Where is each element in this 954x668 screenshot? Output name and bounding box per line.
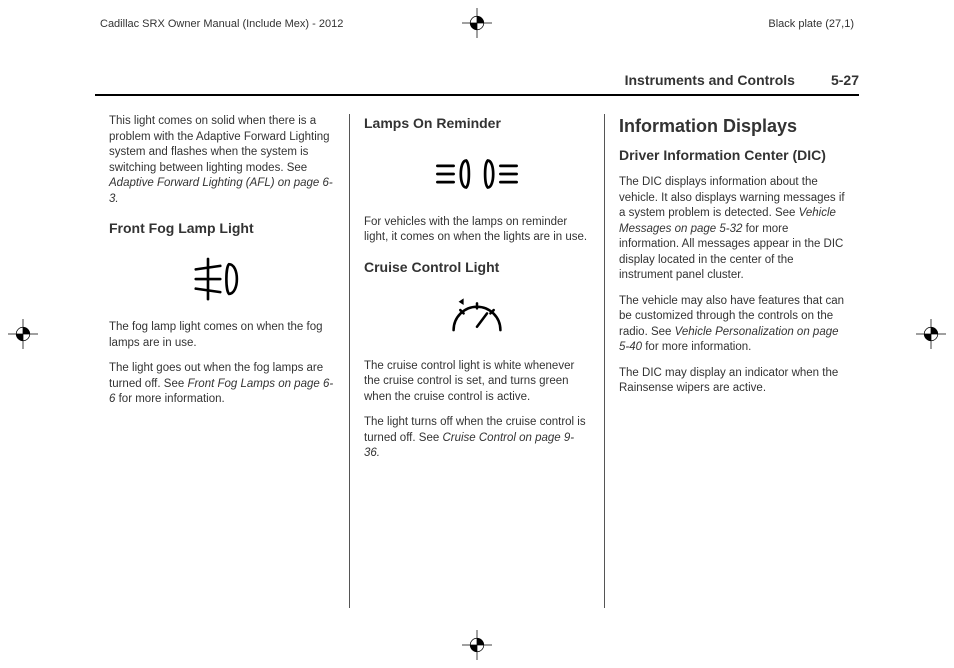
- cruise-paragraph-2: The light turns off when the cruise cont…: [364, 415, 590, 462]
- plate-label: Black plate (27,1): [768, 18, 854, 30]
- cruise-control-icon: [364, 295, 590, 341]
- dic-paragraph-2: The vehicle may also have features that …: [619, 294, 845, 356]
- afl-text: This light comes on solid when there is …: [109, 115, 330, 174]
- column-3: Information Displays Driver Information …: [604, 114, 859, 608]
- cruise-paragraph-1: The cruise control light is white whenev…: [364, 359, 590, 406]
- afl-paragraph: This light comes on solid when there is …: [109, 114, 335, 207]
- dic-p2-text-b: for more information.: [642, 341, 751, 353]
- afl-reference: Adaptive Forward Lighting (AFL) on page …: [109, 177, 333, 205]
- lamps-on-icon: [364, 151, 590, 197]
- information-displays-heading: Information Displays: [619, 114, 845, 138]
- lamps-on-heading: Lamps On Reminder: [364, 114, 590, 133]
- registration-mark-right: [916, 319, 946, 349]
- doc-title: Cadillac SRX Owner Manual (Include Mex) …: [100, 18, 343, 30]
- dic-paragraph-3: The DIC may display an indicator when th…: [619, 366, 845, 397]
- chapter-title: Instruments and Controls: [625, 72, 795, 88]
- dic-heading: Driver Information Center (DIC): [619, 146, 845, 165]
- registration-mark-left: [8, 319, 38, 349]
- column-1: This light comes on solid when there is …: [95, 114, 349, 608]
- front-fog-lamp-icon: [109, 256, 335, 302]
- cruise-control-heading: Cruise Control Light: [364, 258, 590, 277]
- page-header: Instruments and Controls 5-27: [95, 72, 859, 96]
- content-columns: This light comes on solid when there is …: [95, 114, 859, 608]
- registration-mark-bottom: [462, 630, 492, 660]
- column-2: Lamps On Reminder For vehicles wit: [349, 114, 604, 608]
- fog-p2-text-b: for more information.: [115, 393, 224, 405]
- fog-paragraph-1: The fog lamp light comes on when the fog…: [109, 320, 335, 351]
- print-header: Cadillac SRX Owner Manual (Include Mex) …: [0, 18, 954, 30]
- front-fog-lamp-heading: Front Fog Lamp Light: [109, 219, 335, 238]
- lamps-paragraph: For vehicles with the lamps on reminder …: [364, 215, 590, 246]
- dic-paragraph-1: The DIC displays information about the v…: [619, 175, 845, 284]
- page-body: Instruments and Controls 5-27 This light…: [95, 72, 859, 608]
- page-number: 5-27: [831, 72, 859, 88]
- fog-paragraph-2: The light goes out when the fog lamps ar…: [109, 361, 335, 408]
